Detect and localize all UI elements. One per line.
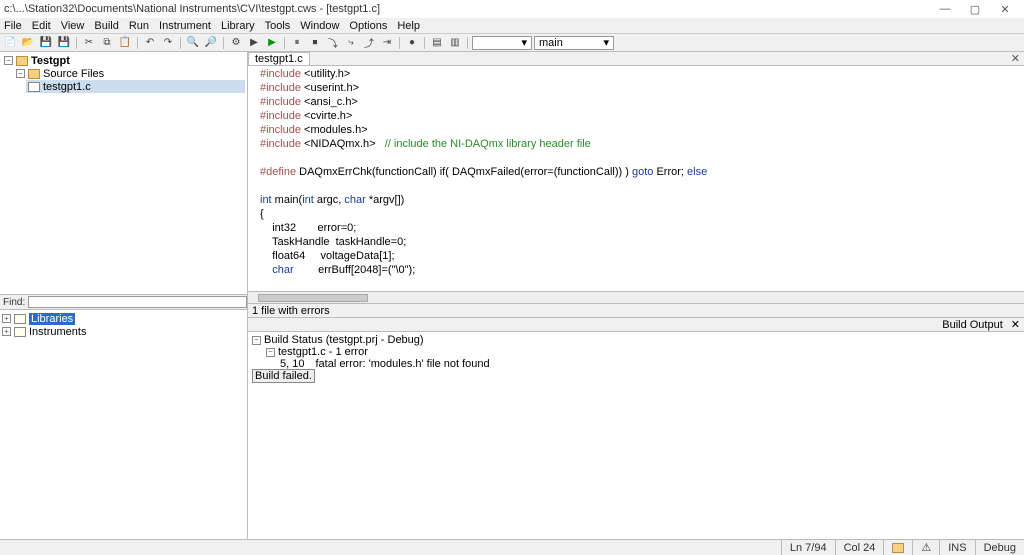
run-icon[interactable]: ▶ — [264, 36, 280, 50]
library-tree[interactable]: + Libraries + Instruments — [0, 309, 247, 539]
status-folder-icon[interactable] — [883, 540, 912, 555]
expand-icon[interactable]: + — [2, 327, 11, 336]
expand-icon[interactable]: + — [2, 314, 11, 323]
step-over-icon[interactable]: ⤵ — [325, 36, 341, 50]
menu-run[interactable]: Run — [129, 20, 149, 32]
lib-label: Instruments — [29, 326, 86, 338]
editor-tabstrip: testgpt1.c ✕ — [248, 52, 1024, 66]
debug-icon[interactable]: ▶ — [246, 36, 262, 50]
stop-icon[interactable]: ⏹ — [307, 36, 323, 50]
new-file-icon[interactable]: 📄 — [2, 36, 18, 50]
redo-icon[interactable]: ↷ — [160, 36, 176, 50]
build-failed-label: Build failed. — [252, 369, 315, 383]
build-line-file[interactable]: − testgpt1.c - 1 error — [252, 346, 1020, 358]
toolbar: 📄 📂 💾 💾 ✂ ⧉ 📋 ↶ ↷ 🔍 🔎 ⚙ ▶ ▶ ⏸ ⏹ ⤵ ⤷ ⤴ ⇥ … — [0, 34, 1024, 52]
menu-instrument[interactable]: Instrument — [159, 20, 211, 32]
menu-window[interactable]: Window — [300, 20, 339, 32]
editor-h-scrollbar[interactable] — [248, 291, 1024, 303]
status-ins: INS — [939, 540, 974, 555]
error-message: fatal error: 'modules.h' file not found — [315, 358, 489, 370]
lib-label: Libraries — [29, 313, 75, 325]
build-output-title: Build Output — [942, 319, 1003, 331]
project-icon — [16, 56, 28, 66]
tree-source-files[interactable]: − Source Files — [14, 67, 245, 80]
menubar: File Edit View Build Run Instrument Libr… — [0, 18, 1024, 34]
project-tree[interactable]: − Testgpt − Source Files testgpt1.c — [0, 52, 247, 294]
window-minimize-button[interactable]: — — [930, 3, 960, 15]
release-icon[interactable]: ▥ — [447, 36, 463, 50]
status-warning-icon[interactable]: ⚠ — [912, 540, 939, 555]
titlebar: c:\...\Station32\Documents\National Inst… — [0, 0, 1024, 18]
collapse-icon[interactable]: − — [252, 336, 261, 345]
find-bar: Find: — [0, 294, 247, 309]
paste-icon[interactable]: 📋 — [117, 36, 133, 50]
target-icon[interactable]: ▤ — [429, 36, 445, 50]
undo-icon[interactable]: ↶ — [142, 36, 158, 50]
menu-options[interactable]: Options — [349, 20, 387, 32]
platform-select[interactable]: ▾ — [472, 36, 532, 50]
config-select[interactable]: main▾ — [534, 36, 614, 50]
menu-help[interactable]: Help — [397, 20, 420, 32]
status-line: Ln 7/94 — [781, 540, 835, 555]
collapse-icon[interactable]: − — [4, 56, 13, 65]
build-panel-close-icon[interactable]: ✕ — [1011, 318, 1020, 331]
file-label: testgpt1.c — [43, 81, 91, 93]
build-line-error[interactable]: 5, 10 fatal error: 'modules.h' file not … — [252, 358, 1020, 370]
project-name: Testgpt — [31, 55, 70, 67]
tree-file-testgpt1[interactable]: testgpt1.c — [26, 80, 245, 93]
build-output-body[interactable]: − Build Status (testgpt.prj - Debug) − t… — [248, 332, 1024, 539]
build-line-status[interactable]: − Build Status (testgpt.prj - Debug) — [252, 334, 1020, 346]
find-icon[interactable]: 🔍 — [185, 36, 201, 50]
window-close-button[interactable]: ✕ — [990, 3, 1020, 16]
collapse-icon[interactable]: − — [16, 69, 25, 78]
folder-label: Source Files — [43, 68, 104, 80]
book-icon — [14, 327, 26, 337]
statusbar: Ln 7/94 Col 24 ⚠ INS Debug — [0, 539, 1024, 555]
tab-close-icon[interactable]: ✕ — [1007, 52, 1024, 65]
find-label: Find: — [0, 297, 28, 308]
menu-edit[interactable]: Edit — [32, 20, 51, 32]
menu-view[interactable]: View — [61, 20, 85, 32]
errors-summary-text: 1 file with errors — [252, 305, 330, 317]
tab-testgpt1[interactable]: testgpt1.c — [248, 52, 310, 65]
scrollbar-thumb[interactable] — [258, 294, 368, 302]
step-into-icon[interactable]: ⤷ — [343, 36, 359, 50]
find-input[interactable] — [28, 296, 247, 308]
menu-build[interactable]: Build — [94, 20, 118, 32]
open-icon[interactable]: 📂 — [20, 36, 36, 50]
collapse-icon[interactable]: − — [266, 348, 275, 357]
status-debug: Debug — [975, 540, 1024, 555]
save-icon[interactable]: 💾 — [38, 36, 54, 50]
lib-instruments[interactable]: + Instruments — [2, 325, 245, 338]
code-editor[interactable]: #include <utility.h> #include <userint.h… — [248, 66, 1024, 291]
menu-file[interactable]: File — [4, 20, 22, 32]
errors-summary-bar[interactable]: 1 file with errors — [248, 303, 1024, 317]
step-out-icon[interactable]: ⤴ — [361, 36, 377, 50]
c-file-icon — [28, 82, 40, 92]
breakpoint-icon[interactable]: ● — [404, 36, 420, 50]
lib-libraries[interactable]: + Libraries — [2, 312, 245, 325]
menu-library[interactable]: Library — [221, 20, 255, 32]
status-col: Col 24 — [835, 540, 884, 555]
pause-icon[interactable]: ⏸ — [289, 36, 305, 50]
build-output-panel: Build Output ✕ − Build Status (testgpt.p… — [248, 317, 1024, 539]
copy-icon[interactable]: ⧉ — [99, 36, 115, 50]
folder-icon — [28, 69, 40, 79]
save-all-icon[interactable]: 💾 — [56, 36, 72, 50]
window-maximize-button[interactable]: ▢ — [960, 3, 990, 16]
build-icon[interactable]: ⚙ — [228, 36, 244, 50]
cut-icon[interactable]: ✂ — [81, 36, 97, 50]
build-line-failed: Build failed. — [252, 370, 1020, 382]
book-icon — [14, 314, 26, 324]
search-icon[interactable]: 🔎 — [203, 36, 219, 50]
menu-tools[interactable]: Tools — [265, 20, 291, 32]
step-icon[interactable]: ⇥ — [379, 36, 395, 50]
titlebar-title: c:\...\Station32\Documents\National Inst… — [4, 3, 380, 15]
tree-project-root[interactable]: − Testgpt — [2, 54, 245, 67]
